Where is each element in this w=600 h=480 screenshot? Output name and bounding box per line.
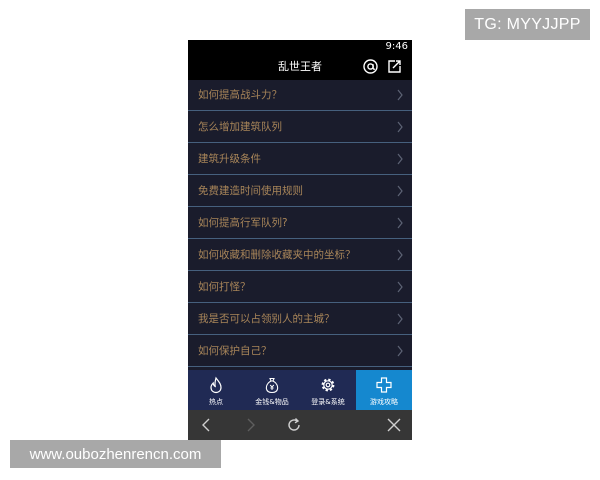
- faq-item-label: 如何提高行军队列?: [198, 217, 288, 229]
- money-bag-icon: [265, 377, 279, 394]
- faq-item[interactable]: 如何保护自己？: [188, 336, 412, 367]
- faq-item-label: 如何打怪？: [198, 281, 251, 293]
- refresh-icon[interactable]: [286, 417, 302, 433]
- title-bar: 乱世王者: [188, 54, 412, 80]
- at-icon[interactable]: [362, 58, 379, 75]
- flame-icon: [210, 376, 222, 394]
- tab-label: 登录&系统: [311, 398, 345, 406]
- chevron-right-icon: [397, 121, 403, 133]
- faq-item-label: 如何收藏和删除收藏夹中的坐标？: [198, 249, 356, 261]
- gear-icon: [321, 378, 335, 392]
- faq-list: 如何提高战斗力？ 怎么增加建筑队列 建筑升级条件 免费建造时间使用规则 如何提高…: [188, 80, 412, 410]
- tab-label: 游戏攻略: [370, 398, 398, 406]
- close-icon[interactable]: [386, 417, 402, 433]
- browser-toolbar: [188, 410, 412, 440]
- faq-item[interactable]: 如何提高行军队列?: [188, 208, 412, 239]
- tab-label: 金钱&物品: [255, 398, 289, 406]
- phone-screen: 9:46 乱世王者 如何提高战斗力？ 怎么增加建筑队列 建筑升级条件 免费建造时…: [188, 40, 412, 440]
- faq-item-label: 我是否可以占领别人的主城？: [198, 313, 335, 325]
- faq-item[interactable]: 免费建造时间使用规则: [188, 176, 412, 207]
- faq-item-label: 怎么增加建筑队列: [198, 121, 282, 133]
- status-bar: 9:46: [188, 40, 412, 54]
- bottom-tab-bar: 热点 金钱&物品 登录&系统 游戏攻略: [188, 370, 412, 410]
- share-icon[interactable]: [386, 58, 403, 75]
- faq-item[interactable]: 怎么增加建筑队列: [188, 112, 412, 143]
- chevron-right-icon: [397, 345, 403, 357]
- status-time: 9:46: [385, 41, 408, 52]
- watermark-bottom: www.oubozhenrencn.com: [10, 440, 221, 468]
- chevron-right-icon: [397, 217, 403, 229]
- faq-item[interactable]: 我是否可以占领别人的主城？: [188, 304, 412, 335]
- tab-login-system[interactable]: 登录&系统: [300, 370, 356, 410]
- forward-icon[interactable]: [242, 417, 258, 433]
- faq-item-label: 如何提高战斗力？: [198, 89, 282, 101]
- tab-money-items[interactable]: 金钱&物品: [244, 370, 300, 410]
- chevron-right-icon: [397, 153, 403, 165]
- tab-label: 热点: [209, 398, 223, 406]
- chevron-right-icon: [397, 185, 403, 197]
- cross-icon: [376, 377, 392, 393]
- chevron-right-icon: [397, 281, 403, 293]
- watermark-top: TG: MYYJJPP: [465, 9, 590, 40]
- chevron-right-icon: [397, 249, 403, 261]
- faq-item[interactable]: 如何提高战斗力？: [188, 80, 412, 111]
- back-icon[interactable]: [199, 417, 215, 433]
- faq-item-label: 如何保护自己？: [198, 345, 272, 357]
- faq-item-label: 建筑升级条件: [198, 153, 261, 165]
- faq-item[interactable]: 建筑升级条件: [188, 144, 412, 175]
- faq-item-label: 免费建造时间使用规则: [198, 185, 303, 197]
- chevron-right-icon: [397, 313, 403, 325]
- chevron-right-icon: [397, 89, 403, 101]
- tab-game-guide[interactable]: 游戏攻略: [356, 370, 412, 410]
- faq-item[interactable]: 如何收藏和删除收藏夹中的坐标？: [188, 240, 412, 271]
- tab-hot[interactable]: 热点: [188, 370, 244, 410]
- faq-item[interactable]: 如何打怪？: [188, 272, 412, 303]
